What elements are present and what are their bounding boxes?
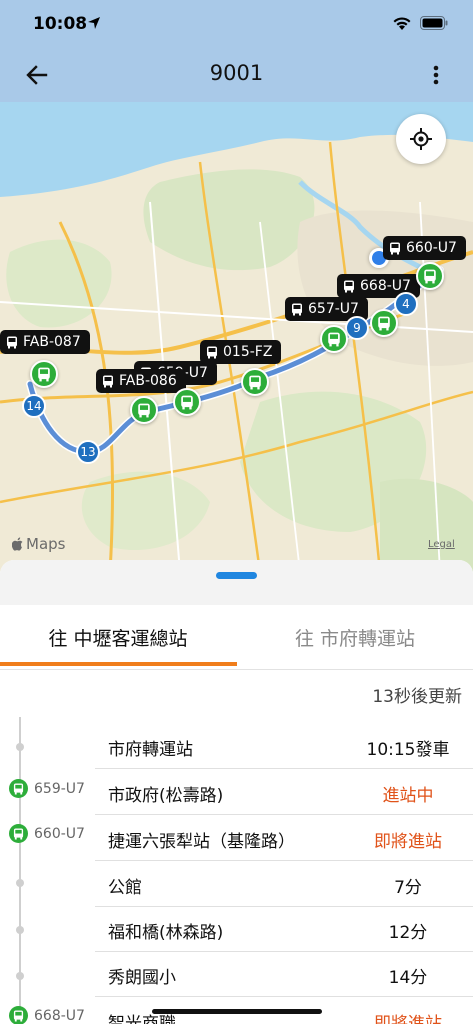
more-options-button[interactable] [424,60,448,90]
bus-marker[interactable]: 668-U7 [9,1006,85,1024]
stop-row[interactable]: 市府轉運站 10:15發車 [95,723,473,769]
stop-name: 福和橋(林森路) [108,923,224,943]
locate-me-button[interactable] [396,114,446,164]
page-title: 9001 [209,61,264,85]
tab-direction-zhongli[interactable]: 往 中壢客運總站 [0,605,236,670]
tab-direction-city-hall[interactable]: 往 市府轉運站 [237,605,473,670]
bus-location-pin[interactable] [241,368,269,396]
bus-icon [181,395,193,409]
stop-number-marker[interactable]: 4 [394,292,418,316]
maps-label: Maps [26,535,66,553]
status-time: 10:08 [33,14,88,34]
bus-tag[interactable]: 015-FZ [200,340,282,364]
stop-eta: 7分 [394,878,422,898]
bus-location-pin[interactable] [320,325,348,353]
timeline-dot [16,879,24,887]
more-vertical-icon [433,65,439,85]
timeline-dot [16,743,24,751]
stop-number-marker[interactable]: 14 [22,394,46,418]
bus-location-pin[interactable] [370,309,398,337]
drag-handle[interactable] [216,572,257,579]
stop-row[interactable]: 福和橋(林森路) 12分 [95,906,473,952]
stop-eta: 即將進站 [374,1014,442,1024]
update-countdown: 13秒後更新 [372,687,462,707]
stop-eta: 14分 [388,968,428,988]
stop-name: 市府轉運站 [108,740,193,760]
bus-icon [424,269,436,283]
apple-logo-icon [12,537,23,551]
bus-location-pin[interactable] [30,360,58,388]
stop-row[interactable]: 市政府(松壽路) 進站中 [95,769,473,815]
bus-icon [378,316,390,330]
bus-location-pin[interactable] [173,388,201,416]
crosshair-icon [410,128,432,150]
stop-eta: 即將進站 [374,832,442,852]
home-indicator [152,1009,322,1014]
bus-icon [390,242,400,254]
bus-icon [103,375,113,387]
stop-number-marker[interactable]: 9 [345,316,369,340]
bus-tag-label: FAB-087 [23,334,81,350]
direction-tabs: 往 中壢客運總站 往 市府轉運站 [0,605,473,670]
stop-row[interactable]: 秀朗國小 14分 [95,951,473,997]
app-header: 9001 [0,50,473,102]
timeline-dot [16,926,24,934]
bus-icon [38,367,50,381]
bus-icon [328,332,340,346]
stop-eta: 進站中 [382,786,434,806]
bus-icon [9,1006,28,1024]
stop-number-marker[interactable]: 13 [76,440,100,464]
route-map[interactable]: 660-U7 668-U7 657-U7 659-U7 015-FZ FAB-0… [0,102,473,572]
top-bar: 10:08 9001 [0,0,473,102]
bus-icon [292,303,302,315]
bus-tag-label: 015-FZ [223,344,273,360]
bus-plate: 660-U7 [34,825,85,842]
bus-location-pin[interactable] [130,396,158,424]
bus-icon [9,824,28,843]
bus-icon [9,779,28,798]
wifi-icon [393,17,411,30]
bus-tag-label: 660-U7 [406,240,457,256]
status-bar: 10:08 [0,0,473,50]
bus-location-pin[interactable] [416,262,444,290]
bus-icon [7,336,17,348]
stop-eta: 12分 [388,923,428,943]
bus-icon [207,346,217,358]
stop-name: 捷運六張犁站（基隆路） [108,832,295,852]
bottom-sheet: 往 中壢客運總站 往 市府轉運站 13秒後更新 659-U7 660-U7 66… [0,560,473,1024]
stop-name: 公館 [108,878,142,898]
stop-row[interactable]: 捷運六張犁站（基隆路） 即將進站 [95,815,473,861]
battery-icon [420,16,448,30]
bus-tag-label: 657-U7 [308,301,359,317]
sheet-handle-area[interactable] [0,560,473,605]
bus-icon [138,403,150,417]
timeline-dot [16,972,24,980]
stop-name: 秀朗國小 [108,968,176,988]
bus-tag[interactable]: FAB-087 [0,330,90,354]
active-tab-indicator [0,662,237,666]
stop-eta: 10:15發車 [366,740,450,760]
bus-icon [249,375,261,389]
bus-marker[interactable]: 660-U7 [9,824,85,843]
legal-link[interactable]: Legal [428,539,455,550]
bus-icon [344,280,354,292]
bus-tag-label: FAB-086 [119,373,177,389]
bus-marker[interactable]: 659-U7 [9,779,85,798]
bus-plate: 659-U7 [34,780,85,797]
bus-tag[interactable]: 660-U7 [383,236,466,260]
maps-attribution: Maps [12,535,65,553]
stop-row[interactable]: 公館 7分 [95,861,473,907]
bus-plate: 668-U7 [34,1007,85,1024]
bus-tag[interactable]: FAB-086 [96,369,186,393]
stop-name: 市政府(松壽路) [108,786,224,806]
location-arrow-icon [88,17,100,29]
